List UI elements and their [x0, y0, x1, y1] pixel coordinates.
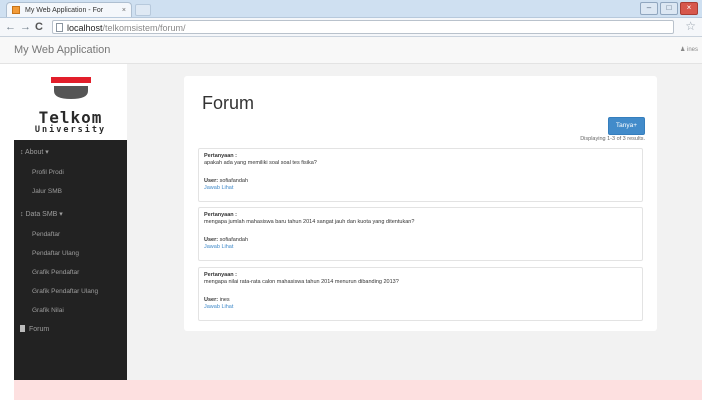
browser-tab[interactable]: My Web Application - For ×	[6, 2, 132, 17]
question-text: mengapa jumlah mahasiswa baru tahun 2014…	[204, 219, 415, 225]
nav-group-about: ↕ About ▾ Profil Prodi Jalur SMB	[14, 143, 127, 201]
question-card: Pertanyaan : mengapa nilai rata-rata cal…	[198, 267, 643, 321]
minimize-button[interactable]: –	[640, 2, 658, 15]
question-label: Pertanyaan :	[204, 153, 238, 159]
user-menu[interactable]: ♟ ines	[680, 46, 698, 53]
user-name: ines	[219, 297, 230, 303]
user-label: User:	[204, 178, 219, 184]
tab-close-icon[interactable]: ×	[122, 3, 126, 17]
question-links: Jawab Lihat	[204, 185, 233, 191]
browser-toolbar: ← → C localhost/telkomsistem/forum/ ☆	[0, 18, 702, 37]
nav-grafik-pendaftar-ulang[interactable]: Grafik Pendaftar Ulang	[14, 282, 127, 301]
nav-grafik-pendaftar[interactable]: Grafik Pendaftar	[14, 263, 127, 282]
question-card: Pertanyaan : mengapa jumlah mahasiswa ba…	[198, 207, 643, 261]
new-tab-button[interactable]	[135, 4, 151, 16]
reload-icon[interactable]: C	[35, 20, 43, 34]
nav-forum-label: Forum	[29, 326, 50, 333]
result-summary: Displaying 1-3 of 3 results.	[580, 136, 645, 142]
view-link[interactable]: Lihat	[221, 304, 233, 310]
maximize-button[interactable]: □	[660, 2, 678, 15]
sidebar: Telkom University ↕ About ▾ Profil Prodi…	[14, 64, 127, 380]
forum-panel: Forum Tanya+ Displaying 1-3 of 3 results…	[184, 76, 657, 331]
answer-link[interactable]: Jawab	[204, 244, 220, 250]
nav-pendaftar[interactable]: Pendaftar	[14, 225, 127, 244]
question-links: Jawab Lihat	[204, 304, 233, 310]
question-user: User: sofiafandah	[204, 178, 248, 184]
nav-jalur-smb[interactable]: Jalur SMB	[14, 182, 127, 201]
user-label: User:	[204, 237, 219, 243]
question-label: Pertanyaan :	[204, 212, 238, 218]
back-arrow-icon[interactable]: ←	[5, 20, 16, 34]
nav-data-smb[interactable]: ↕ Data SMB ▾	[14, 205, 127, 225]
app-navbar: My Web Application ♟ ines	[0, 37, 702, 64]
nav-forum[interactable]: Forum	[14, 320, 127, 340]
close-button[interactable]: ×	[680, 2, 698, 15]
nav-grafik-nilai[interactable]: Grafik Nilai	[14, 301, 127, 320]
telkom-logo: Telkom University	[14, 64, 127, 140]
view-link[interactable]: Lihat	[221, 244, 233, 250]
favicon-icon	[12, 6, 20, 14]
tab-title: My Web Application - For	[25, 7, 104, 14]
footer-strip	[14, 380, 702, 400]
url-host: localhost	[67, 23, 103, 33]
forward-arrow-icon[interactable]: →	[20, 20, 31, 34]
bookmark-star-icon[interactable]: ☆	[685, 19, 696, 33]
question-user: User: sofiafandah	[204, 237, 248, 243]
question-links: Jawab Lihat	[204, 244, 233, 250]
user-label: User:	[204, 297, 219, 303]
nav-group-forum: Forum	[14, 320, 127, 340]
question-text: apakah ada yang memiliki soal soal tes f…	[204, 160, 317, 166]
page-icon	[56, 23, 63, 32]
nav-group-data-smb: ↕ Data SMB ▾ Pendaftar Pendaftar Ulang G…	[14, 205, 127, 320]
user-name: sofiafandah	[219, 178, 249, 184]
nav-pendaftar-ulang[interactable]: Pendaftar Ulang	[14, 244, 127, 263]
user-name: sofiafandah	[219, 237, 249, 243]
logo-text-university: University	[34, 125, 107, 135]
question-card: Pertanyaan : apakah ada yang memiliki so…	[198, 148, 643, 202]
question-user: User: ines	[204, 297, 230, 303]
brand-link[interactable]: My Web Application	[14, 44, 110, 56]
url-path: /telkomsistem/forum/	[102, 23, 186, 33]
answer-link[interactable]: Jawab	[204, 304, 220, 310]
window-controls: – □ ×	[640, 2, 698, 15]
file-icon	[20, 325, 25, 332]
question-text: mengapa nilai rata-rata calon mahasiswa …	[204, 279, 399, 285]
view-link[interactable]: Lihat	[221, 185, 233, 191]
address-bar[interactable]: localhost/telkomsistem/forum/	[52, 20, 674, 34]
nav-about[interactable]: ↕ About ▾	[14, 143, 127, 163]
page-title: Forum	[202, 93, 255, 113]
browser-tab-bar: My Web Application - For × – □ ×	[0, 0, 702, 18]
telkom-logo-icon	[51, 77, 91, 99]
ask-button[interactable]: Tanya+	[607, 117, 645, 135]
question-label: Pertanyaan :	[204, 272, 238, 278]
answer-link[interactable]: Jawab	[204, 185, 220, 191]
window-title	[300, 3, 410, 13]
nav-profil-prodi[interactable]: Profil Prodi	[14, 163, 127, 182]
